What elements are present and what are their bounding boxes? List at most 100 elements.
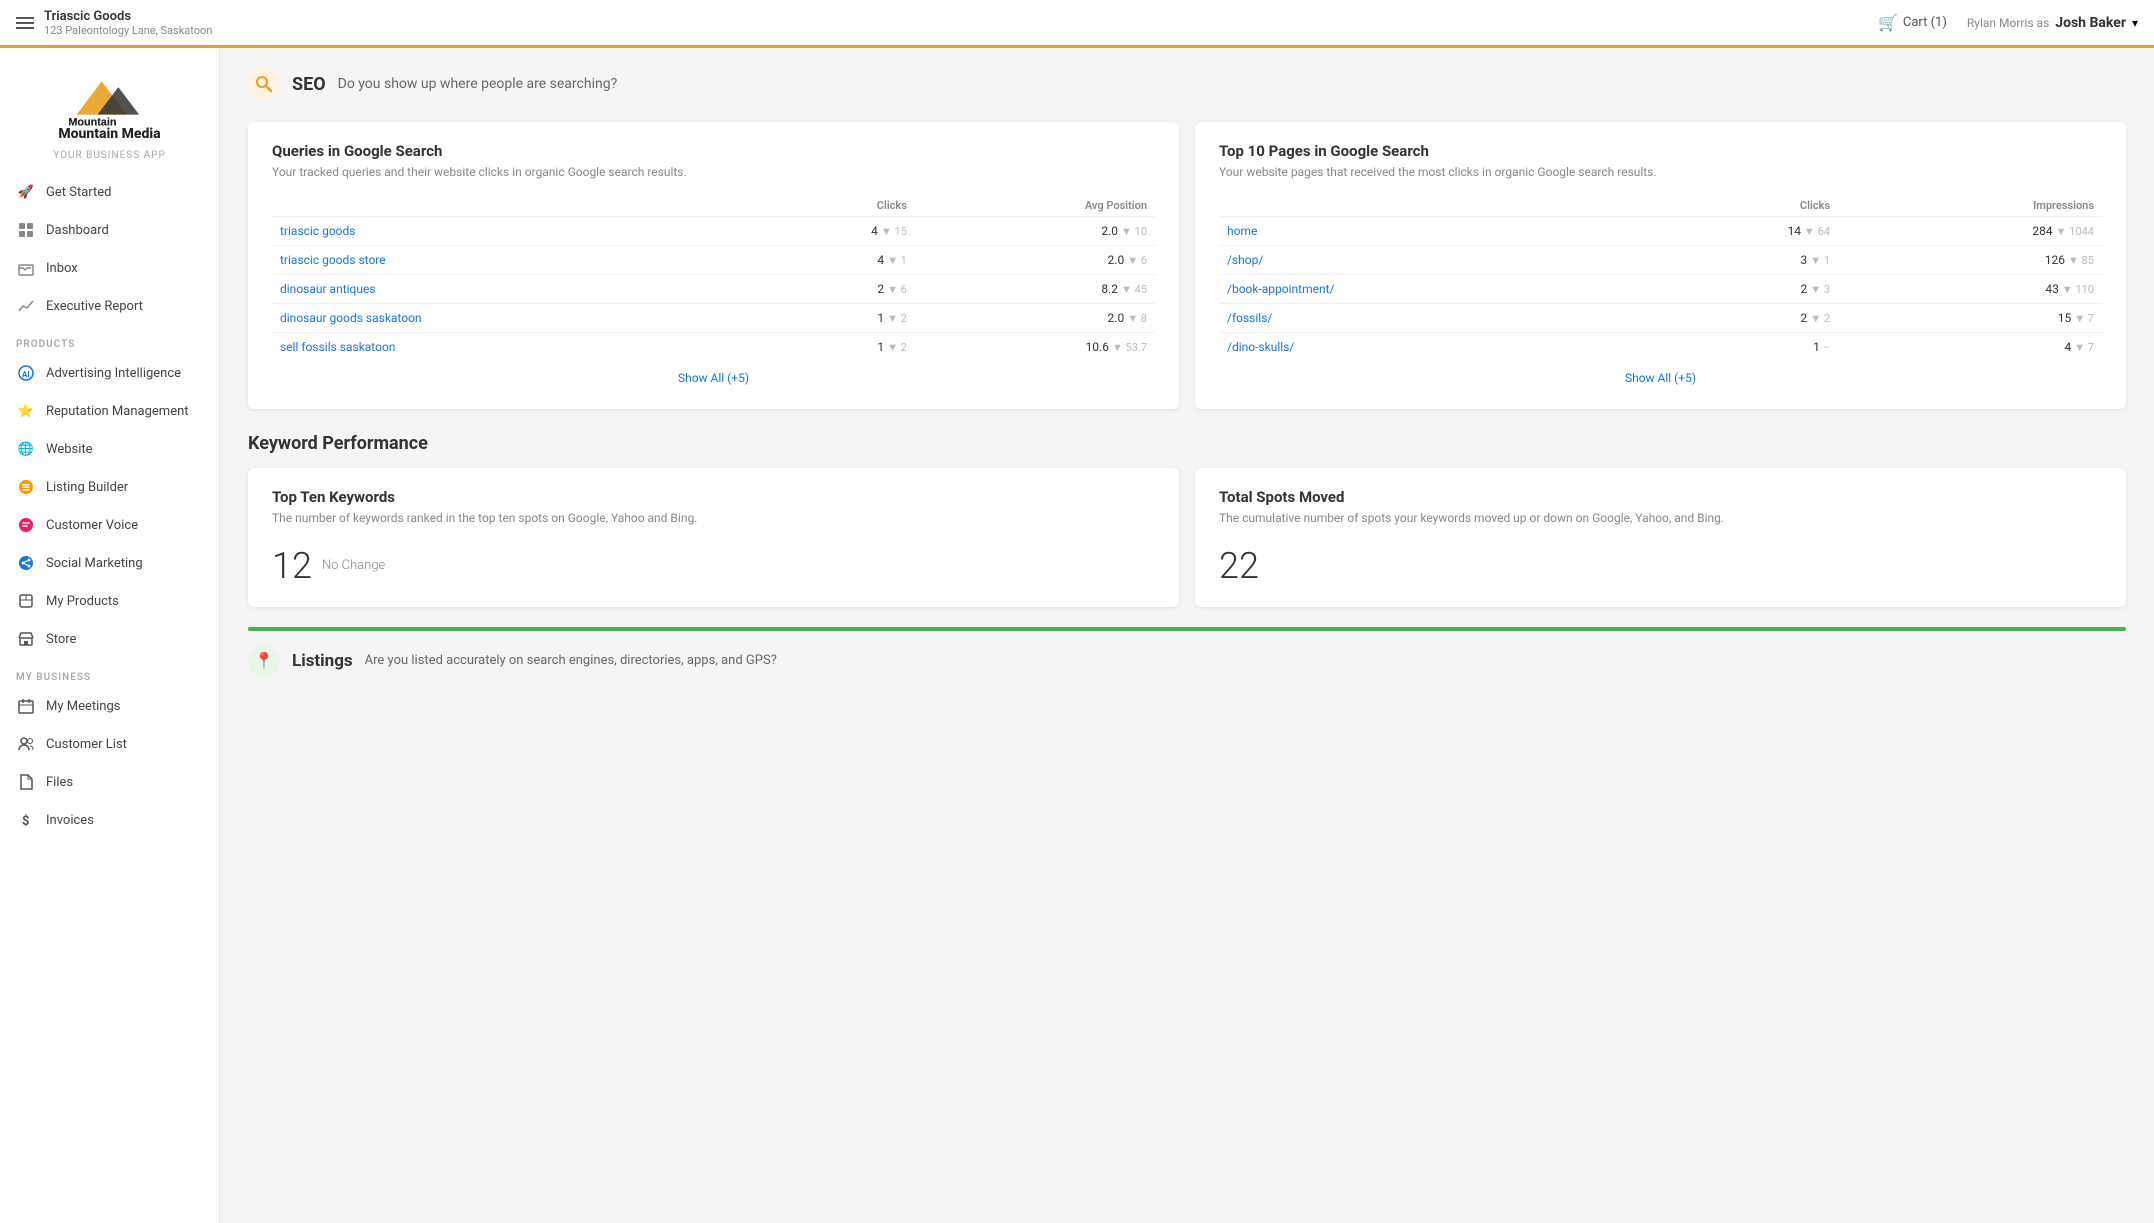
chart-line-icon [16,296,36,316]
keyword-performance-heading: Keyword Performance [248,433,2126,454]
ad-icon: AI [16,363,36,383]
user-as-label: Rylan Morris as [1967,16,2049,30]
sidebar-item-website[interactable]: 🌐 Website [0,430,219,468]
box-icon [16,591,36,611]
query-cell[interactable]: triascic goods [272,216,756,245]
calendar-icon [16,696,36,716]
inbox-icon [16,258,36,278]
avgpos-cell: 2.0 ▼ 6 [915,245,1155,274]
sidebar: Mountain Mountain Mountain Media YOUR BU… [0,48,220,1223]
queries-show-all[interactable]: Show All (+5) [272,361,1155,389]
impressions-cell: 43 ▼ 110 [1838,274,2102,303]
top-ten-keywords-card: Top Ten Keywords The number of keywords … [248,468,1179,607]
grid-icon [16,220,36,240]
page-header: SEO Do you show up where people are sear… [248,68,2126,100]
dollar-icon: $ [16,810,36,830]
top10-pages-card: Top 10 Pages in Google Search Your websi… [1195,122,2126,409]
pages-show-all[interactable]: Show All (+5) [1219,361,2102,389]
sidebar-item-dashboard[interactable]: Dashboard [0,211,219,249]
sidebar-item-my-products[interactable]: My Products [0,582,219,620]
sidebar-item-files[interactable]: Files [0,763,219,801]
sidebar-item-reputation[interactable]: ⭐ Reputation Management [0,392,219,430]
listings-bar [248,627,2126,631]
sidebar-item-label: Get Started [46,185,111,200]
sidebar-item-label: Reputation Management [46,404,189,419]
sidebar-item-label: My Meetings [46,699,120,714]
sidebar-item-invoices[interactable]: $ Invoices [0,801,219,839]
google-queries-card: Queries in Google Search Your tracked qu… [248,122,1179,409]
page-cell[interactable]: /book-appointment/ [1219,274,1639,303]
top-bar-right: 🛒 Cart (1) Rylan Morris as Josh Baker ▾ [1878,13,2138,32]
table-row: /shop/ 3 ▼ 1 126 ▼ 85 [1219,245,2102,274]
user-info[interactable]: Rylan Morris as Josh Baker ▾ [1967,15,2138,31]
pos-change: ▼ 45 [1121,283,1147,296]
main-content: SEO Do you show up where people are sear… [220,48,2154,1223]
pos-change: ▼ 53.7 [1112,341,1147,354]
keyword-performance-row: Top Ten Keywords The number of keywords … [248,468,2126,607]
avgpos-col-header: Avg Position [915,195,1155,217]
clicks-change: ▼ 6 [887,283,907,296]
avgpos-cell: 2.0 ▼ 8 [915,303,1155,332]
pos-change: ▼ 10 [1121,225,1147,238]
sidebar-item-label: Social Marketing [46,556,143,571]
my-business-section-label: MY BUSINESS [0,658,219,687]
top-ten-title: Top Ten Keywords [272,488,1155,506]
business-address: 123 Paleontology Lane, Saskatoon [44,24,212,37]
sidebar-item-advertising[interactable]: AI Advertising Intelligence [0,354,219,392]
impressions-cell: 15 ▼ 7 [1838,303,2102,332]
sidebar-item-social-marketing[interactable]: Social Marketing [0,544,219,582]
clicks-cell: 14 ▼ 64 [1639,216,1838,245]
sidebar-item-get-started[interactable]: 🚀 Get Started [0,173,219,211]
sidebar-item-executive-report[interactable]: Executive Report [0,287,219,325]
table-row: home 14 ▼ 64 284 ▼ 1044 [1219,216,2102,245]
page-cell[interactable]: home [1219,216,1639,245]
clicks-cell: 1 ▼ 2 [756,303,915,332]
clicks-cell: 2 ▼ 3 [1639,274,1838,303]
listings-header: 📍 Listings Are you listed accurately on … [248,645,2126,677]
sidebar-item-inbox[interactable]: Inbox [0,249,219,287]
seo-icon [248,68,280,100]
user-name: Josh Baker [2055,15,2126,31]
cart-icon: 🛒 [1878,13,1898,32]
globe-icon: 🌐 [16,439,36,459]
page-cell[interactable]: /fossils/ [1219,303,1639,332]
menu-button[interactable] [16,17,34,29]
sidebar-item-label: Executive Report [46,299,143,314]
clicks-cell: 1 – [1639,332,1838,361]
google-queries-title: Queries in Google Search [272,142,1155,160]
sidebar-item-label: Customer List [46,737,127,752]
clicks-cell: 1 ▼ 2 [756,332,915,361]
page-cell[interactable]: /dino-skulls/ [1219,332,1639,361]
sidebar-item-label: Website [46,442,93,457]
cart-button[interactable]: 🛒 Cart (1) [1878,13,1947,32]
google-queries-table: Clicks Avg Position triascic goods 4 ▼ 1… [272,195,1155,361]
sidebar-item-label: My Products [46,594,119,609]
clicks-cell: 4 ▼ 15 [756,216,915,245]
share-icon [16,553,36,573]
sidebar-item-listing-builder[interactable]: Listing Builder [0,468,219,506]
sidebar-item-store[interactable]: Store [0,620,219,658]
sidebar-item-customer-voice[interactable]: Customer Voice [0,506,219,544]
table-row: dinosaur goods saskatoon 1 ▼ 2 2.0 ▼ 8 [272,303,1155,332]
pos-change: ▼ 8 [1127,312,1147,325]
top10-title: Top 10 Pages in Google Search [1219,142,2102,160]
query-cell[interactable]: triascic goods store [272,245,756,274]
sidebar-item-label: Files [46,775,73,790]
sidebar-item-label: Invoices [46,813,94,828]
avgpos-cell: 8.2 ▼ 45 [915,274,1155,303]
query-cell[interactable]: dinosaur antiques [272,274,756,303]
listings-subtitle: Are you listed accurately on search engi… [365,653,777,668]
sidebar-item-customer-list[interactable]: Customer List [0,725,219,763]
cart-label: Cart (1) [1903,15,1947,30]
query-cell[interactable]: dinosaur goods saskatoon [272,303,756,332]
sidebar-item-my-meetings[interactable]: My Meetings [0,687,219,725]
total-spots-card: Total Spots Moved The cumulative number … [1195,468,2126,607]
top-ten-value: 12 No Change [272,545,1155,587]
page-cell[interactable]: /shop/ [1219,245,1639,274]
clicks-cell: 2 ▼ 2 [1639,303,1838,332]
avgpos-cell: 10.6 ▼ 53.7 [915,332,1155,361]
sidebar-app-name: YOUR BUSINESS APP [0,150,219,173]
pos-change: ▼ 6 [1127,254,1147,267]
query-cell[interactable]: sell fossils saskatoon [272,332,756,361]
business-name: Triascic Goods [44,9,212,24]
